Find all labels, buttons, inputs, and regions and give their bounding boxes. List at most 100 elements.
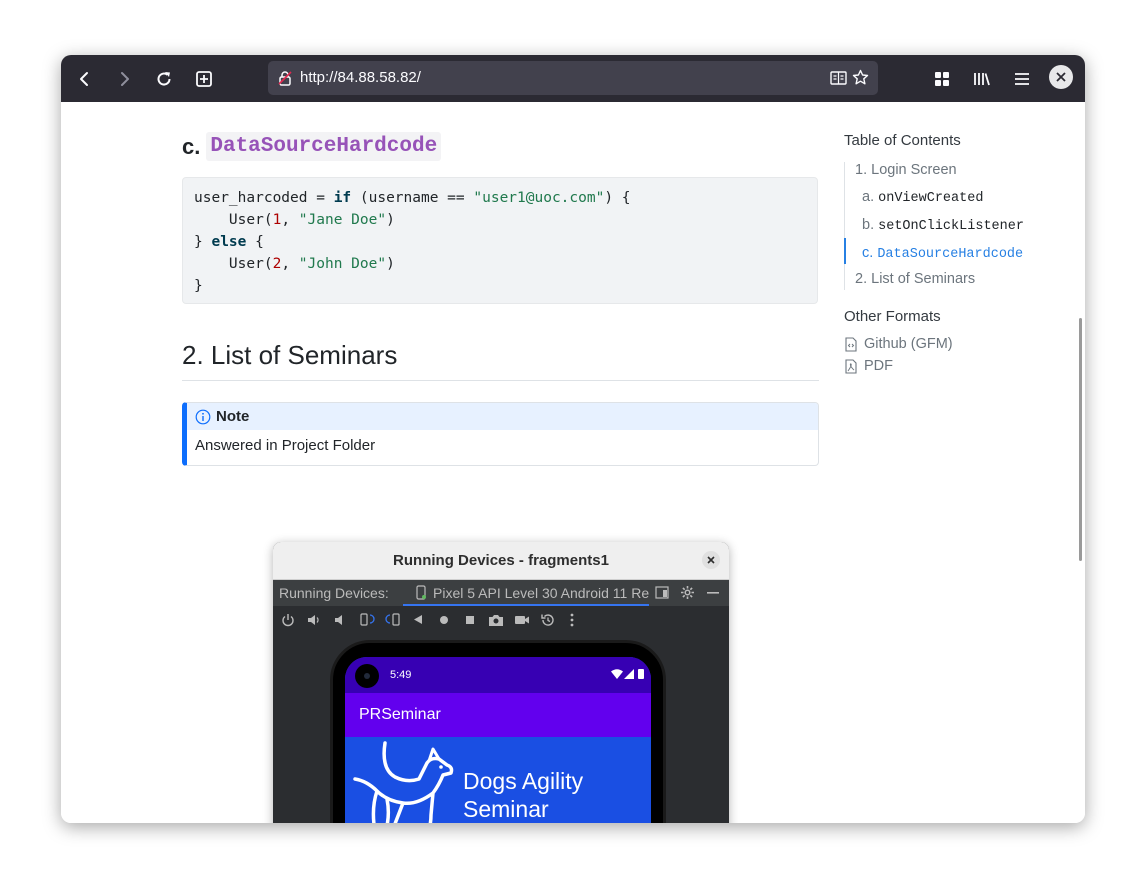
browser-window: http://84.88.58.82/ c. DataSourceHardcod… [61, 55, 1085, 823]
toc-item-datasourcehardcode[interactable]: c. DataSourceHardcode [862, 245, 1023, 262]
code-line: user_harcoded = if (username == "user1@u… [194, 190, 631, 206]
volume-up-icon[interactable] [307, 613, 321, 627]
library-button[interactable] [969, 66, 995, 92]
toc-active-indicator [844, 238, 846, 264]
record-video-icon[interactable] [514, 614, 530, 626]
table-of-contents: Table of Contents 1. Login Screen a. onV… [844, 132, 1044, 374]
toc-title: Table of Contents [844, 132, 961, 149]
section-2-heading: 2. List of Seminars [182, 340, 398, 370]
toc-label: Login Screen [871, 162, 957, 178]
toc-item-login-screen[interactable]: 1. Login Screen [855, 162, 957, 178]
toc-label: setOnClickListener [878, 219, 1024, 234]
running-devices-dialog: Running Devices - fragments1 Running Dev… [273, 542, 729, 823]
browser-toolbar: http://84.88.58.82/ [61, 55, 1085, 102]
seminar-title-line1: Dogs Agility [463, 768, 584, 794]
minimize-icon[interactable] [707, 592, 719, 594]
device-display-area: 5:49 PRSeminar Dogs Agility Seminar [273, 635, 729, 823]
device-toolbar [273, 606, 729, 635]
layout-toggle-icon[interactable] [655, 586, 669, 599]
toc-item-setonclicklistener[interactable]: b. setOnClickListener [862, 217, 1024, 234]
device-icon [416, 585, 426, 600]
forward-button[interactable] [111, 66, 137, 92]
new-tab-button[interactable] [191, 66, 217, 92]
back-triangle-icon[interactable] [413, 614, 423, 625]
settings-gear-icon[interactable] [680, 585, 695, 600]
back-arrow-icon [80, 72, 88, 86]
section-c-heading: c. DataSourceHardcode [182, 132, 442, 161]
file-pdf-icon [845, 358, 857, 374]
reload-button[interactable] [151, 66, 177, 92]
code-content: user_harcoded = if (username == "user1@u… [194, 187, 806, 297]
format-link-pdf[interactable]: PDF [844, 358, 893, 374]
heading-divider [182, 380, 819, 381]
app-toolbar: PRSeminar [345, 693, 651, 737]
page-content: c. DataSourceHardcode user_harcoded = if… [61, 102, 1085, 823]
camera-icon[interactable] [488, 613, 504, 627]
seminar-title-line2: Seminar [463, 796, 549, 822]
reader-view-icon[interactable] [830, 70, 847, 86]
toc-item-onviewcreated[interactable]: a. onViewCreated [862, 189, 983, 206]
device-tab[interactable]: Pixel 5 API Level 30 Android 11 Re [403, 580, 649, 606]
format-label: PDF [864, 358, 893, 374]
info-icon [195, 409, 211, 424]
code-line: } [194, 278, 203, 294]
page-scrollbar[interactable] [1079, 318, 1082, 561]
running-devices-label: Running Devices: [279, 585, 389, 601]
battery-icon [638, 669, 644, 679]
toc-prefix: b. [862, 217, 875, 233]
toc-label: List of Seminars [871, 271, 976, 287]
note-callout: Note Answered in Project Folder [182, 402, 819, 466]
section-c-prefix: c. [182, 133, 201, 159]
code-line: } else { [194, 234, 264, 250]
bookmark-star-icon[interactable] [852, 69, 869, 86]
dialog-close-button[interactable] [702, 551, 720, 569]
new-tab-icon [196, 71, 212, 87]
dialog-tab-bar: Running Devices: Pixel 5 API Level 30 An… [273, 580, 729, 606]
insecure-lock-icon[interactable] [277, 70, 293, 86]
dog-agility-icon [353, 741, 454, 823]
toc-label: onViewCreated [878, 191, 984, 206]
close-icon [1056, 72, 1066, 82]
phone-frame: 5:49 PRSeminar Dogs Agility Seminar [330, 640, 666, 823]
code-block: user_harcoded = if (username == "user1@u… [182, 177, 818, 304]
format-link-github[interactable]: Github (GFM) [844, 336, 953, 352]
grid-icon [935, 72, 949, 86]
volume-down-icon[interactable] [333, 613, 347, 627]
url-bar[interactable]: http://84.88.58.82/ [268, 61, 878, 95]
close-window-button[interactable] [1049, 65, 1073, 89]
seminar-hero-card[interactable]: Dogs Agility Seminar [345, 737, 651, 823]
reload-icon [157, 72, 171, 86]
note-body: Answered in Project Folder [195, 437, 376, 454]
back-button[interactable] [72, 66, 98, 92]
other-formats-title: Other Formats [844, 308, 941, 325]
rotate-right-icon[interactable] [385, 612, 401, 627]
phone-screen[interactable]: 5:49 PRSeminar Dogs Agility Seminar [345, 657, 651, 823]
dialog-title: Running Devices - fragments1 [393, 552, 609, 569]
toc-prefix: 2. [855, 271, 868, 287]
extensions-button[interactable] [929, 66, 955, 92]
wifi-icon [611, 669, 623, 679]
file-code-icon [845, 336, 857, 352]
history-icon[interactable] [540, 612, 556, 628]
toc-rail [844, 162, 845, 290]
note-title: Note [216, 408, 250, 425]
power-icon[interactable] [281, 613, 295, 627]
home-circle-icon[interactable] [439, 615, 449, 625]
overview-square-icon[interactable] [465, 615, 475, 625]
toc-item-list-of-seminars[interactable]: 2. List of Seminars [855, 271, 975, 287]
toc-prefix: c. [862, 245, 874, 261]
menu-button[interactable] [1009, 66, 1035, 92]
section-c-code: DataSourceHardcode [206, 132, 442, 161]
code-line: User(1, "Jane Doe") [194, 212, 395, 228]
more-vertical-icon[interactable] [570, 613, 574, 627]
format-label: Github (GFM) [864, 336, 953, 352]
toc-label: DataSourceHardcode [877, 247, 1024, 262]
note-header: Note [187, 403, 818, 430]
device-tab-label: Pixel 5 API Level 30 Android 11 Re [433, 585, 650, 601]
code-line: User(2, "John Doe") [194, 256, 395, 272]
toc-prefix: a. [862, 189, 875, 205]
hamburger-icon [1015, 73, 1029, 85]
rotate-left-icon[interactable] [359, 612, 375, 627]
cell-signal-icon [624, 669, 634, 679]
url-text[interactable]: http://84.88.58.82/ [300, 69, 421, 86]
